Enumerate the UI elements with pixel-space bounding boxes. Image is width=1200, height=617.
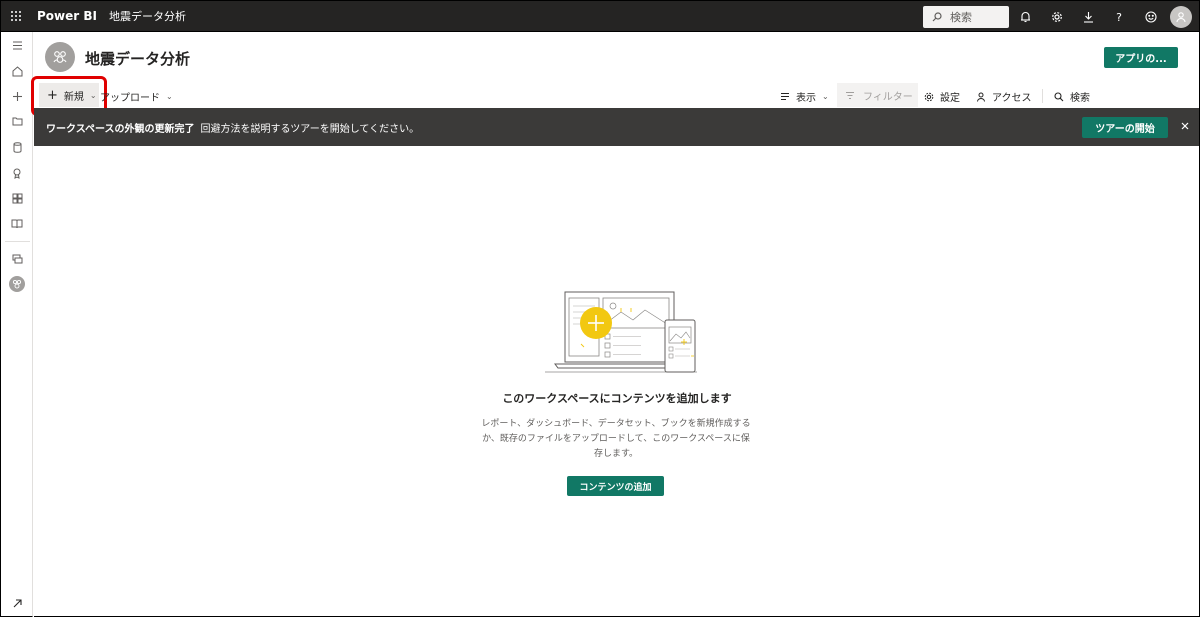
home-icon[interactable]	[6, 60, 28, 82]
chevron-down-icon: ⌄	[822, 92, 829, 101]
banner-text: 回避方法を説明するツアーを開始してください。	[200, 123, 420, 135]
expand-icon[interactable]	[6, 592, 28, 614]
search-icon	[1054, 91, 1064, 101]
access-button[interactable]: アクセス	[976, 89, 1032, 104]
banner-title: ワークスペースの外観の更新完了	[46, 123, 195, 135]
empty-state-illustration	[545, 291, 697, 373]
left-nav	[0, 32, 33, 617]
search-box[interactable]: 検索	[923, 6, 1009, 28]
start-tour-button[interactable]: ツアーの開始	[1082, 117, 1168, 138]
help-icon[interactable]: ?	[1109, 7, 1129, 27]
nav-divider	[5, 241, 30, 242]
person-icon	[977, 92, 985, 102]
command-separator	[1042, 89, 1043, 103]
main-area: 地震データ分析 アプリの... + 新規 ⌄ アップロード ⌄ 表示 ⌄ フィル…	[31, 32, 1200, 617]
page-title: 地震データ分析	[85, 50, 191, 68]
bell-icon[interactable]	[1015, 7, 1035, 27]
workspace-avatar	[45, 42, 75, 72]
learn-icon[interactable]	[6, 213, 28, 235]
view-icon	[781, 93, 789, 100]
create-icon[interactable]	[6, 85, 28, 107]
empty-state-title: このワークスペースにコンテンツを追加します	[502, 392, 732, 405]
apps-icon[interactable]	[6, 187, 28, 209]
view-label: 表示	[796, 93, 816, 104]
workspace-breadcrumb[interactable]: 地震データ分析	[109, 8, 186, 24]
brand-link[interactable]: Power BI	[37, 9, 97, 23]
description-line: 存します。	[593, 449, 639, 459]
smiley-icon[interactable]	[1141, 7, 1161, 27]
description-line: レポート、ダッシュボード、データセット、ブックを新規作成する	[481, 419, 751, 429]
access-label: アクセス	[992, 93, 1032, 104]
description-line: か、既存のファイルをアップロードして、このワークスペースに保	[482, 434, 750, 444]
empty-state-description: レポート、ダッシュボード、データセット、ブックを新規作成する か、既存のファイル…	[478, 417, 754, 462]
data-hub-icon[interactable]	[6, 136, 28, 158]
metrics-icon[interactable]	[6, 162, 28, 184]
notification-banner: ワークスペースの外観の更新完了 回避方法を説明するツアーを開始してください。 ツ…	[34, 108, 1199, 146]
settings-button[interactable]: 設定	[924, 89, 960, 104]
chevron-down-icon: ⌄	[166, 92, 173, 101]
view-button[interactable]: 表示 ⌄	[780, 89, 829, 104]
app-button[interactable]: アプリの...	[1104, 47, 1178, 68]
search-label: 検索	[1070, 93, 1090, 104]
workspace-search[interactable]: 検索	[1054, 89, 1090, 104]
upload-button[interactable]: アップロード ⌄	[100, 89, 173, 104]
download-icon[interactable]	[1078, 7, 1098, 27]
hamburger-icon[interactable]	[6, 34, 28, 56]
close-icon[interactable]	[1178, 119, 1192, 133]
filter-icon	[846, 91, 854, 99]
settings-label: 設定	[940, 93, 960, 104]
filter-label: フィルター	[863, 91, 913, 103]
browse-icon[interactable]	[6, 110, 28, 132]
search-icon	[932, 12, 942, 22]
workspaces-icon[interactable]	[6, 248, 28, 270]
filter-button[interactable]: フィルター	[837, 83, 918, 107]
gear-icon	[924, 92, 934, 101]
gear-icon[interactable]	[1047, 7, 1067, 27]
add-content-button[interactable]: コンテンツの追加	[567, 476, 664, 496]
current-workspace-icon[interactable]	[6, 273, 28, 295]
search-placeholder: 検索	[950, 11, 972, 24]
waffle-icon[interactable]	[1, 1, 31, 31]
upload-label: アップロード	[100, 93, 160, 104]
top-bar: Power BI 地震データ分析 検索 ?	[0, 0, 1200, 32]
account-avatar[interactable]	[1170, 6, 1192, 28]
